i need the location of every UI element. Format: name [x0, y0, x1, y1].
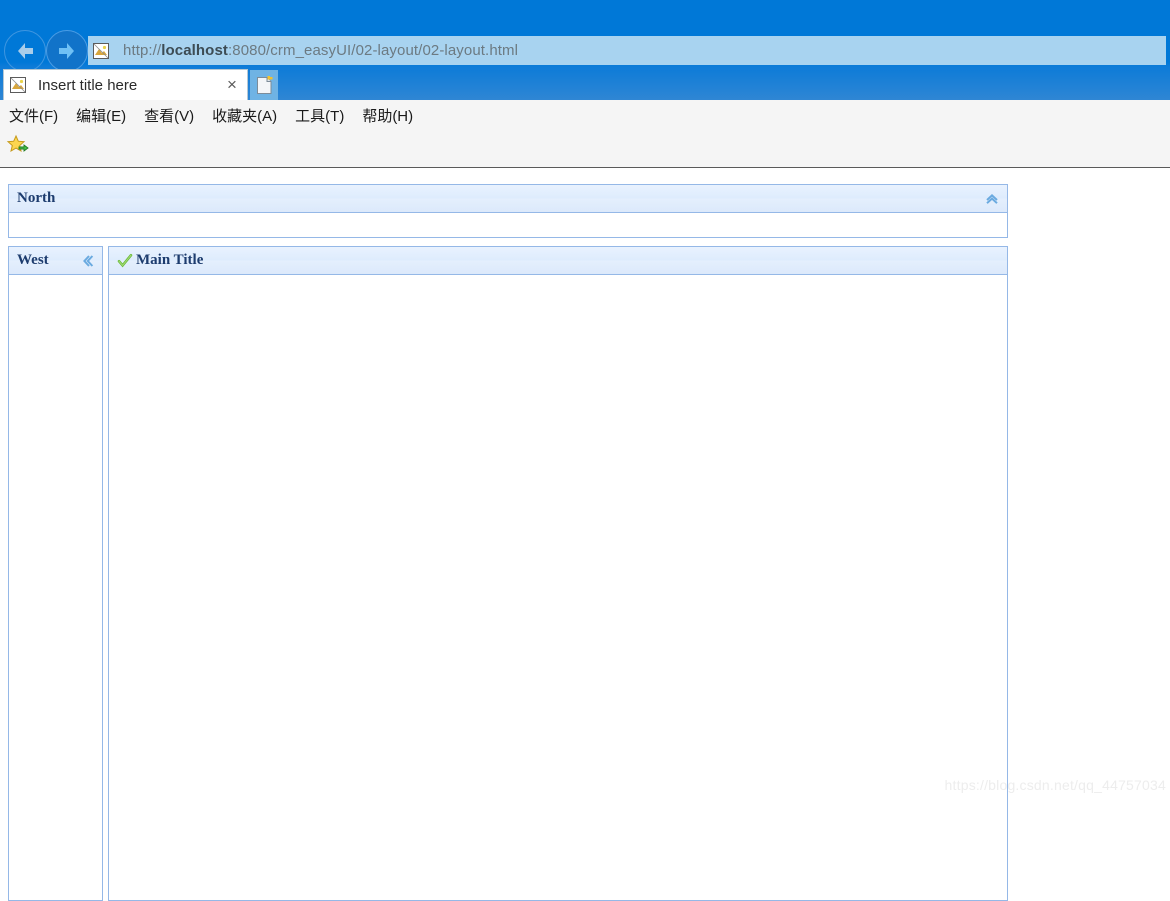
tab-title: Insert title here	[38, 76, 138, 94]
menu-item-edit[interactable]: 编辑(E)	[67, 103, 135, 128]
west-panel-body	[9, 275, 102, 900]
browser-chrome: http://localhost:8080/crm_easyUI/02-layo…	[0, 0, 1170, 100]
green-check-icon	[117, 253, 133, 269]
west-panel-title: West	[17, 252, 49, 268]
menu-item-view[interactable]: 查看(V)	[135, 103, 203, 128]
new-page-icon	[256, 75, 272, 94]
chevron-double-up-icon[interactable]	[984, 191, 1000, 207]
chevron-double-left-icon[interactable]	[80, 253, 96, 269]
address-bar[interactable]: http://localhost:8080/crm_easyUI/02-layo…	[88, 36, 1166, 65]
favorites-bar	[6, 132, 30, 160]
broken-image-favicon	[93, 42, 109, 59]
layout-panel-center: Main Title	[108, 246, 1008, 901]
menu-bar: 文件(F) 编辑(E) 查看(V) 收藏夹(A) 工具(T) 帮助(H)	[0, 102, 422, 128]
menu-toolbar-area: 文件(F) 编辑(E) 查看(V) 收藏夹(A) 工具(T) 帮助(H)	[0, 100, 1170, 168]
back-button[interactable]	[4, 30, 46, 72]
layout-panel-north: North	[8, 184, 1008, 238]
arrow-left-icon	[18, 43, 33, 59]
new-tab-button[interactable]	[250, 70, 278, 100]
close-icon[interactable]: ×	[221, 72, 243, 98]
menu-item-tools[interactable]: 工具(T)	[286, 103, 353, 128]
center-panel-title: Main Title	[117, 252, 203, 269]
arrow-right-icon	[59, 43, 74, 59]
west-panel-header: West	[9, 247, 102, 275]
page-content: North West Main Title https://blog.csdn.…	[0, 168, 1170, 901]
add-to-favorites-star-icon[interactable]	[6, 134, 30, 158]
menu-item-file[interactable]: 文件(F)	[0, 103, 67, 128]
menu-item-help[interactable]: 帮助(H)	[353, 103, 422, 128]
browser-tab[interactable]: Insert title here ×	[3, 69, 248, 100]
north-panel-title: North	[17, 190, 56, 206]
address-bar-url: http://localhost:8080/crm_easyUI/02-layo…	[123, 42, 519, 59]
layout-panel-west: West	[8, 246, 103, 901]
north-panel-body	[9, 213, 1007, 237]
forward-button[interactable]	[46, 30, 88, 72]
broken-image-favicon	[10, 77, 26, 93]
watermark-text: https://blog.csdn.net/qq_44757034	[944, 777, 1166, 793]
center-panel-title-text: Main Title	[136, 252, 204, 268]
center-panel-header: Main Title	[109, 247, 1007, 275]
menu-item-favorites[interactable]: 收藏夹(A)	[203, 103, 286, 128]
north-panel-header: North	[9, 185, 1007, 213]
center-panel-body	[109, 275, 1007, 900]
